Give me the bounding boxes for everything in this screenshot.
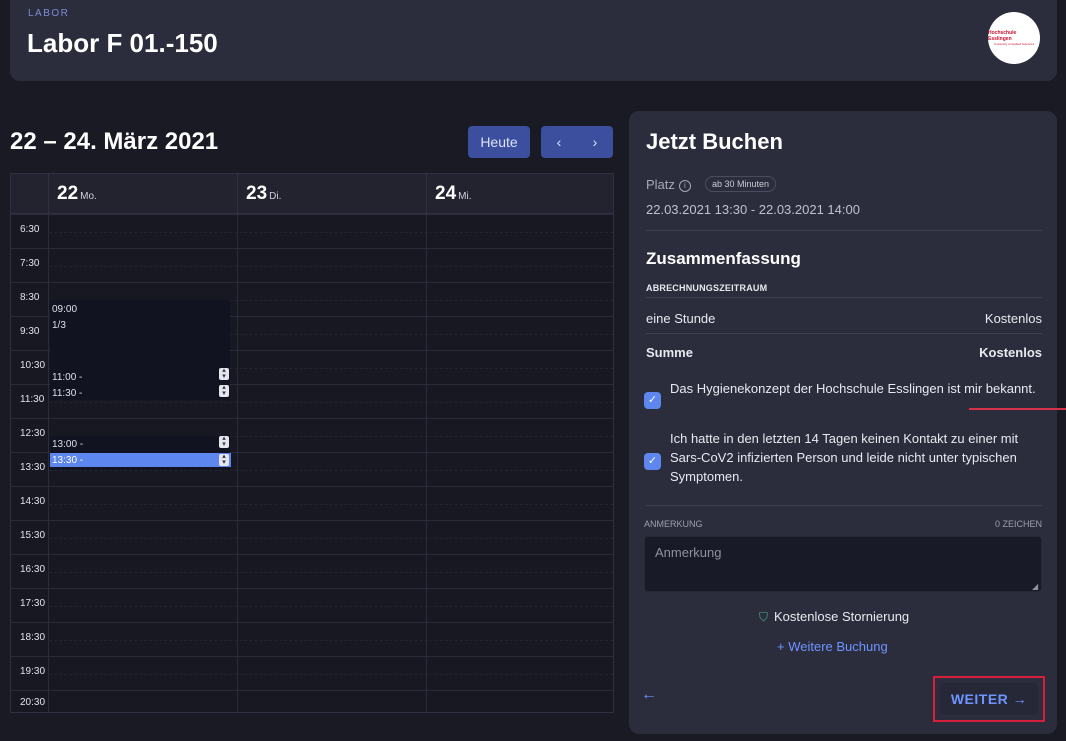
time-slot-row[interactable]: 6:30 <box>11 214 613 248</box>
day-number: 22 <box>57 183 79 204</box>
today-button[interactable]: Heute <box>468 126 530 158</box>
hygiene-checkbox-label: Das Hygienekonzept der Hochschule Esslin… <box>670 381 1036 396</box>
note-char-count: 0 ZEICHEN <box>994 519 1042 529</box>
annotation-line <box>969 408 1066 410</box>
next-week-button[interactable]: › <box>577 126 613 158</box>
note-label: ANMERKUNG <box>644 519 703 529</box>
platz-label: Platz i <box>646 177 691 192</box>
time-label: 7:30 <box>20 258 40 269</box>
page-title: Labor F 01.-150 <box>27 28 218 58</box>
billing-row-value: Kostenlos <box>984 311 1042 326</box>
time-stepper[interactable]: ▴ ▾ <box>219 384 229 397</box>
time-label: 19:30 <box>20 666 46 677</box>
time-stepper[interactable]: ▴ ▾ <box>219 453 229 466</box>
logo-subtext: University of Applied Sciences <box>993 42 1035 46</box>
billing-period-label: ABRECHNUNGSZEITRAUM <box>646 283 768 293</box>
hygiene-checkbox[interactable]: ✓ <box>644 392 661 409</box>
time-label: 15:30 <box>20 530 46 541</box>
day-header-wednesday[interactable]: 24 Mi. <box>426 174 613 214</box>
slot-time: 11:00 - <box>52 372 83 383</box>
health-checkbox[interactable]: ✓ <box>644 453 661 470</box>
platz-text: Platz <box>646 177 675 192</box>
day-number: 24 <box>435 183 457 204</box>
time-label: 14:30 <box>20 496 46 507</box>
calendar-grid: 22 Mo. 23 Di. 24 Mi. 6:30 7:30 8:30 9:30 10… <box>10 173 614 713</box>
time-slot-row[interactable]: 16:30 <box>11 554 613 588</box>
time-slot-row[interactable]: 7:30 <box>11 248 613 282</box>
time-label: 8:30 <box>20 292 40 303</box>
time-slot-row[interactable]: 18:30 <box>11 622 613 656</box>
resize-handle-icon[interactable]: ◢ <box>1032 582 1038 591</box>
booking-title: Jetzt Buchen <box>646 129 783 154</box>
time-label: 10:30 <box>20 360 46 371</box>
day-header-tuesday[interactable]: 23 Di. <box>237 174 426 214</box>
divider <box>646 333 1042 334</box>
slot-capacity: 1/3 <box>52 320 66 331</box>
slot-time: 09:00 <box>52 304 78 315</box>
divider <box>646 297 1042 298</box>
booking-panel: Jetzt Buchen Platz i ab 30 Minuten 22.03.… <box>629 111 1057 734</box>
summary-title: Zusammenfassung <box>646 249 801 268</box>
divider <box>646 230 1042 231</box>
back-arrow-icon[interactable]: ← <box>641 686 657 704</box>
day-name: Di. <box>269 191 282 202</box>
highlight-box: WEITER → <box>933 676 1045 722</box>
calendar-header-row: 22 Mo. 23 Di. 24 Mi. <box>11 174 613 214</box>
billing-row-label: eine Stunde <box>646 311 716 326</box>
sum-value: Kostenlos <box>979 345 1042 360</box>
logo-text: Hochschule Esslingen <box>988 30 1017 42</box>
time-label: 16:30 <box>20 564 46 575</box>
time-stepper[interactable]: ▴ ▾ <box>219 367 229 380</box>
university-logo: Hochschule Esslingen University of Appli… <box>988 12 1040 64</box>
free-cancellation: ⛉ Kostenlose Stornierung <box>759 609 909 625</box>
time-stepper[interactable]: ▴ ▾ <box>219 435 229 448</box>
time-slot-row[interactable]: 20:30 <box>11 690 613 713</box>
sum-label: Summe <box>646 345 693 360</box>
slot-time: 11:30 - <box>52 388 83 399</box>
day-header-monday[interactable]: 22 Mo. <box>48 174 237 214</box>
add-booking-link[interactable]: + Weitere Buchung <box>777 639 888 654</box>
time-label: 6:30 <box>20 224 40 235</box>
time-label: 12:30 <box>20 428 46 439</box>
time-label: 20:30 <box>20 697 46 708</box>
info-icon[interactable]: i <box>678 179 691 192</box>
day-number: 23 <box>246 183 268 204</box>
booking-date-range: 22.03.2021 13:30 - 22.03.2021 14:00 <box>646 202 860 217</box>
next-button[interactable]: WEITER → <box>940 683 1038 715</box>
day-name: Mo. <box>80 191 97 202</box>
prev-week-button[interactable]: ‹ <box>541 126 577 158</box>
slot-time: 13:00 - <box>52 439 84 450</box>
time-label: 9:30 <box>20 326 40 337</box>
selected-slot-time: 13:30 - <box>52 455 84 466</box>
divider <box>646 505 1042 506</box>
shield-check-icon: ⛉ <box>759 610 769 624</box>
time-slot-row[interactable]: 19:30 <box>11 656 613 690</box>
column-divider <box>426 214 427 712</box>
calendar-title: 22 – 24. März 2021 <box>10 128 219 155</box>
time-label: 11:30 <box>20 394 45 405</box>
category-label: LABOR <box>28 8 70 19</box>
page-header: LABOR Labor F 01.-150 Hochschule Essling… <box>10 0 1057 81</box>
column-divider <box>237 214 238 712</box>
time-label: 17:30 <box>20 598 46 609</box>
note-field[interactable] <box>644 536 1042 592</box>
time-slot-row[interactable]: 14:30 <box>11 486 613 520</box>
column-divider <box>48 214 49 712</box>
time-slot-row[interactable]: 15:30 <box>11 520 613 554</box>
health-checkbox-label: Ich hatte in den letzten 14 Tagen keinen… <box>670 431 1019 484</box>
min-duration-badge: ab 30 Minuten <box>705 176 777 192</box>
time-label: 13:30 <box>20 462 46 473</box>
time-slot-row[interactable]: 17:30 <box>11 588 613 622</box>
day-name: Mi. <box>458 191 472 202</box>
time-label: 18:30 <box>20 632 46 643</box>
free-cancellation-text: Kostenlose Stornierung <box>774 609 910 624</box>
